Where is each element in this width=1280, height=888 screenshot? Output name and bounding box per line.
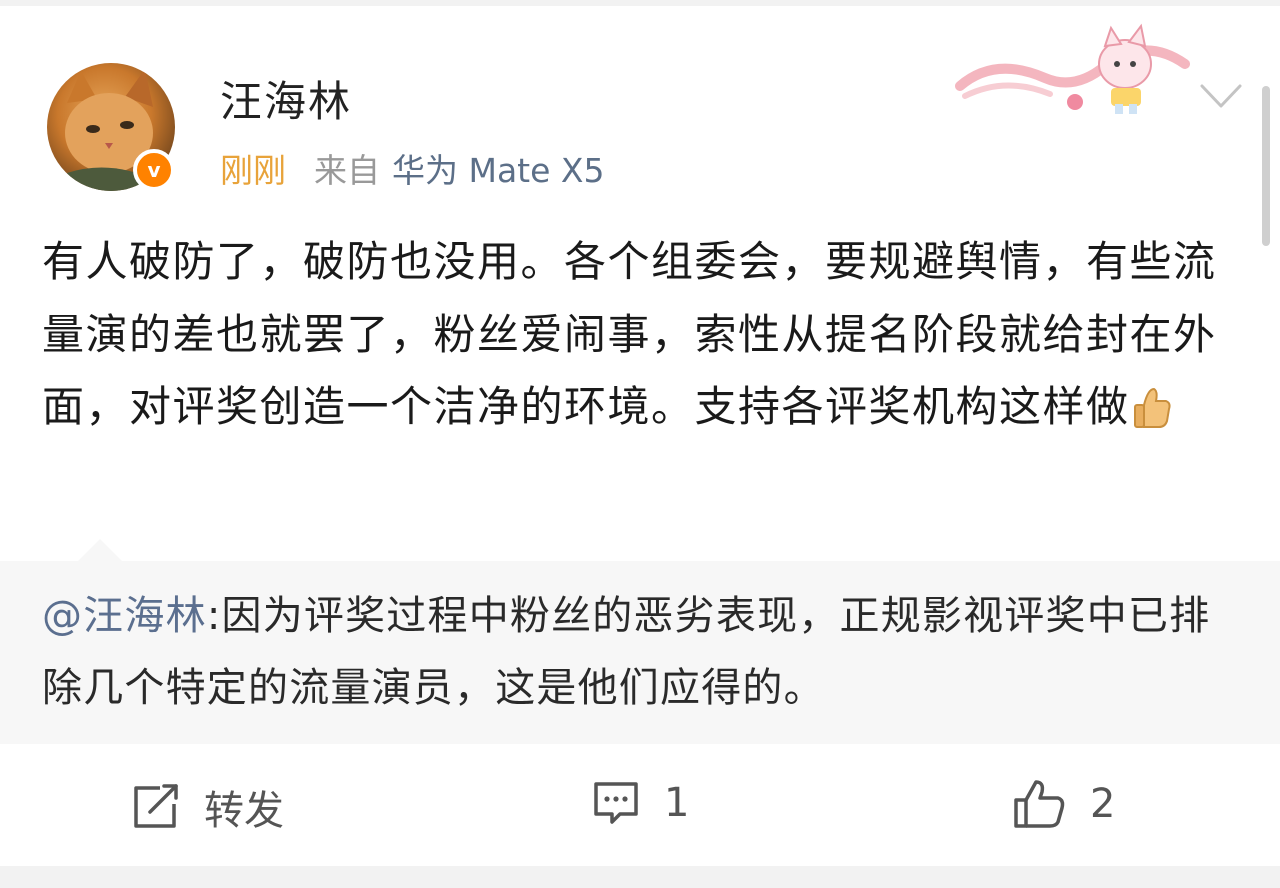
comment-icon <box>594 782 638 824</box>
scrollbar[interactable] <box>1262 86 1270 246</box>
like-button[interactable]: 2 <box>1012 778 1115 830</box>
post-time: 刚刚 <box>220 151 286 190</box>
quote-pointer <box>78 539 122 561</box>
post-text: 有人破防了，破防也没用。各个组委会，要规避舆情，有些流量演的差也就罢了，粉丝爱闹… <box>42 237 1217 431</box>
like-count: 2 <box>1090 781 1116 827</box>
repost-icon <box>134 784 178 828</box>
post-body: 有人破防了，破防也没用。各个组委会，要规避舆情，有些流量演的差也就罢了，粉丝爱闹… <box>42 226 1242 444</box>
quoted-post-text: @汪海林:因为评奖过程中粉丝的恶劣表现，正规影视评奖中已排除几个特定的流量演员，… <box>42 580 1242 724</box>
chevron-down-icon[interactable] <box>1196 76 1246 116</box>
action-bar: 转发 1 2 <box>0 756 1280 861</box>
source-device[interactable]: 华为 Mate X5 <box>392 144 605 192</box>
repost-label: 转发 <box>204 788 284 834</box>
weibo-post-card: v 汪海林 刚刚 来自 华为 Mate X5 有人破防了，破防也没用。各个组委会… <box>0 6 1280 866</box>
comment-button[interactable]: 1 <box>590 778 689 828</box>
like-icon <box>1014 780 1065 828</box>
mention-link[interactable]: @汪海林 <box>42 593 207 639</box>
thumbs-up-emoji-icon <box>1133 387 1171 428</box>
quoted-content: :因为评奖过程中粉丝的恶劣表现，正规影视评奖中已排除几个特定的流量演员，这是他们… <box>42 593 1211 711</box>
bottom-divider <box>0 866 1280 888</box>
source-prefix: 来自 <box>314 151 380 190</box>
post-meta: 刚刚 来自 华为 Mate X5 <box>220 144 605 192</box>
decorative-sticker-icon <box>955 23 1190 114</box>
comment-count: 1 <box>664 780 690 826</box>
verified-icon: v <box>147 158 161 182</box>
repost-button[interactable]: 转发 <box>130 778 284 836</box>
verified-badge: v <box>133 149 175 191</box>
username[interactable]: 汪海林 <box>220 68 352 129</box>
